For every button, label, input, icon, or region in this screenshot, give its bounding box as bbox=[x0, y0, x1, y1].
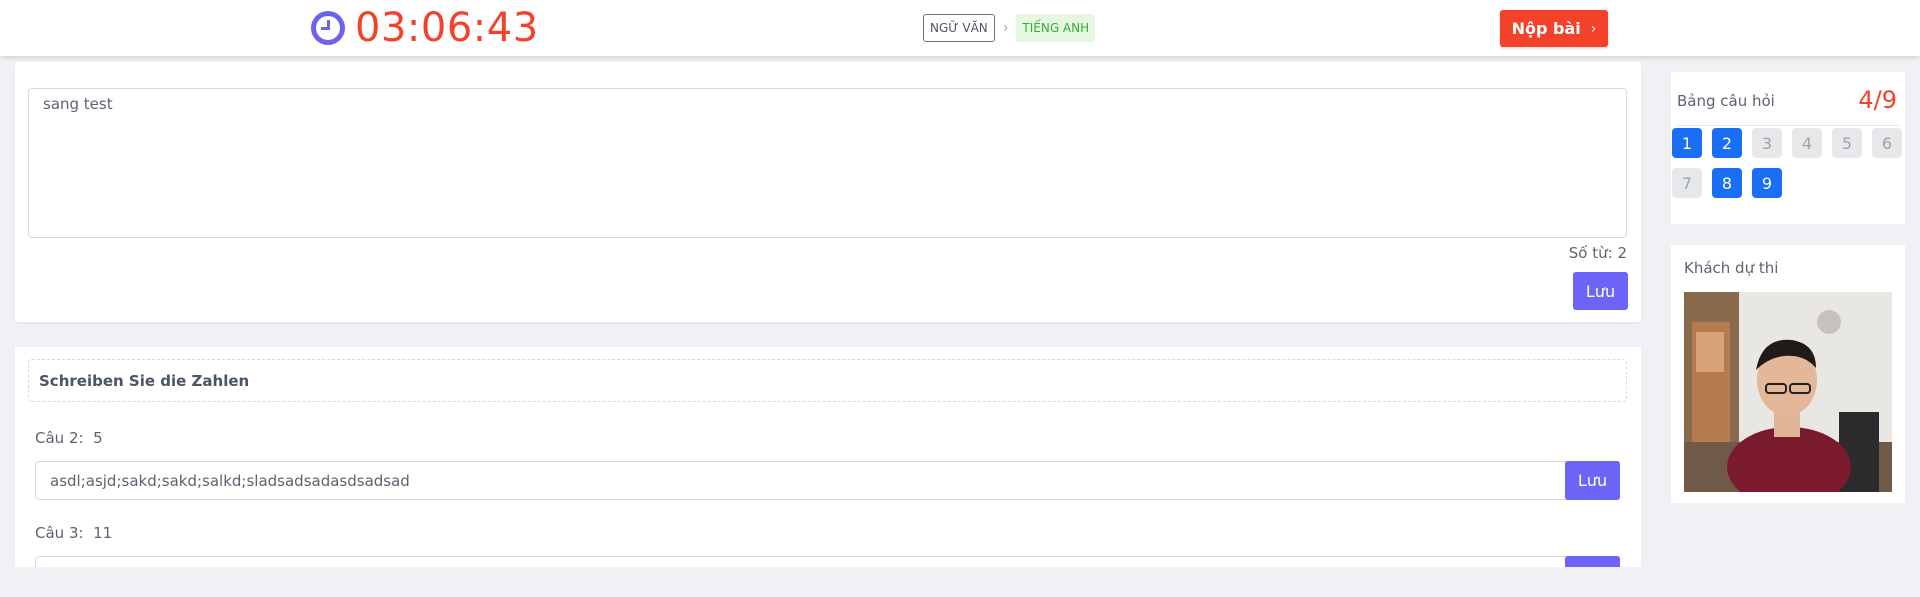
question-prompt: 11 bbox=[93, 524, 113, 542]
breadcrumb-subject[interactable]: NGỮ VĂN bbox=[923, 14, 995, 42]
question-label: Câu 2: 5 bbox=[35, 429, 103, 447]
question-nav-button[interactable]: 6 bbox=[1872, 128, 1902, 158]
question-label: Câu 3: 11 bbox=[35, 524, 112, 542]
divider bbox=[1677, 125, 1899, 126]
question-nav-button[interactable]: 7 bbox=[1672, 168, 1702, 198]
submit-button[interactable]: Nộp bài › bbox=[1500, 10, 1608, 47]
camera-title: Khách dự thi bbox=[1684, 259, 1779, 277]
question-board: Bảng câu hỏi 4/9 123456 789 bbox=[1671, 72, 1905, 224]
top-bar: 03:06:43 NGỮ VĂN › TIẾNG ANH Nộp bài › bbox=[0, 0, 1920, 56]
save-button[interactable]: Lưu bbox=[1565, 556, 1620, 567]
question-number-label: Câu 2: bbox=[35, 429, 84, 447]
submit-button-label: Nộp bài bbox=[1511, 19, 1581, 38]
clock-icon bbox=[311, 11, 345, 45]
save-button[interactable]: Lưu bbox=[1565, 461, 1620, 500]
question-nav-button[interactable]: 1 bbox=[1672, 128, 1702, 158]
countdown-timer: 03:06:43 bbox=[311, 4, 539, 52]
candidate-camera-panel: Khách dự thi bbox=[1671, 245, 1905, 503]
question-nav-button[interactable]: 5 bbox=[1832, 128, 1862, 158]
section-title: Schreiben Sie die Zahlen bbox=[28, 359, 1627, 402]
question-card: sang test Số từ: 2 Lưu bbox=[15, 62, 1641, 322]
save-button[interactable]: Lưu bbox=[1573, 272, 1628, 310]
question-nav-button[interactable]: 9 bbox=[1752, 168, 1782, 198]
question-number-label: Câu 3: bbox=[35, 524, 84, 542]
chevron-right-icon: › bbox=[1002, 20, 1009, 36]
progress-count: 4/9 bbox=[1858, 86, 1897, 114]
question-board-title: Bảng câu hỏi bbox=[1677, 92, 1775, 110]
breadcrumb: NGỮ VĂN › TIẾNG ANH bbox=[923, 14, 1096, 42]
chevron-right-icon: › bbox=[1590, 20, 1597, 37]
question-prompt: 5 bbox=[93, 429, 103, 447]
word-count: Số từ: 2 bbox=[1568, 244, 1627, 262]
answer-input[interactable]: asdl;asjd;sakd;sakd;salkd;sladsadsadasds… bbox=[35, 461, 1568, 500]
question-nav-button[interactable]: 2 bbox=[1712, 128, 1742, 158]
timer-text: 03:06:43 bbox=[355, 5, 539, 51]
essay-answer-textarea[interactable]: sang test bbox=[28, 88, 1627, 238]
webcam-feed bbox=[1684, 292, 1892, 492]
breadcrumb-current: TIẾNG ANH bbox=[1016, 14, 1096, 42]
section-card: Schreiben Sie die Zahlen Câu 2: 5 asdl;a… bbox=[15, 347, 1641, 567]
answer-input[interactable] bbox=[35, 556, 1568, 567]
question-nav-button[interactable]: 8 bbox=[1712, 168, 1742, 198]
question-nav-button[interactable]: 3 bbox=[1752, 128, 1782, 158]
question-nav-button[interactable]: 4 bbox=[1792, 128, 1822, 158]
